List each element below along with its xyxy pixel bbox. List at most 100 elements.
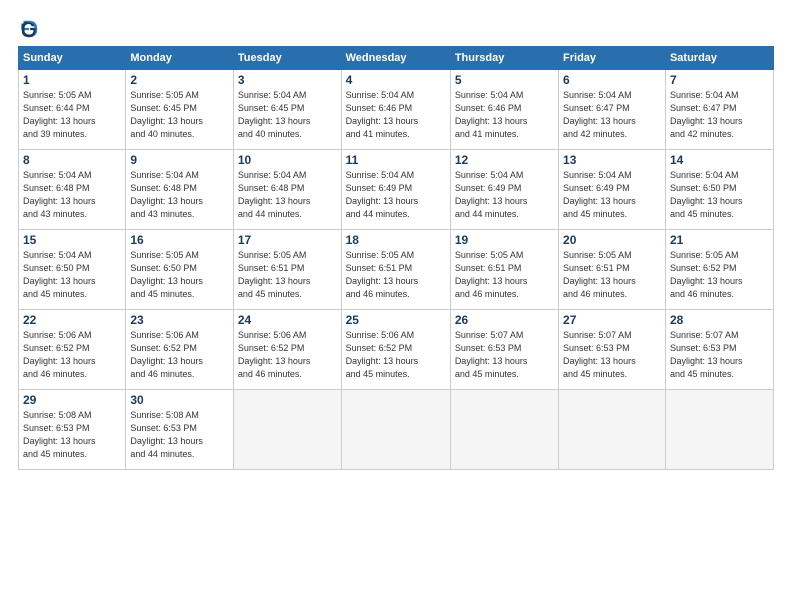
day-number: 9: [130, 153, 229, 167]
calendar-cell: 12 Sunrise: 5:04 AMSunset: 6:49 PMDayligh…: [450, 150, 558, 230]
week-row-4: 22Sunrise: 5:06 AMSunset: 6:52 PMDayligh…: [19, 310, 774, 390]
cell-info: Sunrise: 5:05 AMSunset: 6:52 PMDaylight:…: [670, 249, 769, 301]
cell-info: Sunrise: 5:07 AMSunset: 6:53 PMDaylight:…: [670, 329, 769, 381]
day-number: 13: [563, 153, 661, 167]
logo: [18, 18, 42, 40]
day-number: 15: [23, 233, 121, 247]
day-number: 10: [238, 153, 337, 167]
calendar-cell: [665, 390, 773, 470]
calendar-cell: 24 Sunrise: 5:06 AMSunset: 6:52 PMDayligh…: [233, 310, 341, 390]
cell-info: Sunrise: 5:07 AMSunset: 6:53 PMDaylight:…: [455, 329, 554, 381]
col-header-saturday: Saturday: [665, 47, 773, 70]
cell-info: Sunrise: 5:04 AMSunset: 6:50 PMDaylight:…: [670, 169, 769, 221]
calendar-cell: 26 Sunrise: 5:07 AMSunset: 6:53 PMDayligh…: [450, 310, 558, 390]
calendar-table: SundayMondayTuesdayWednesdayThursdayFrid…: [18, 46, 774, 470]
cell-info: Sunrise: 5:04 AMSunset: 6:49 PMDaylight:…: [563, 169, 661, 221]
day-number: 27: [563, 313, 661, 327]
cell-info: Sunrise: 5:06 AMSunset: 6:52 PMDaylight:…: [238, 329, 337, 381]
calendar-cell: 2Sunrise: 5:05 AMSunset: 6:45 PMDaylight…: [126, 70, 234, 150]
week-row-3: 15 Sunrise: 5:04 AMSunset: 6:50 PMDayligh…: [19, 230, 774, 310]
calendar-cell: 4 Sunrise: 5:04 AMSunset: 6:46 PMDaylight…: [341, 70, 450, 150]
day-number: 14: [670, 153, 769, 167]
calendar-cell: 18 Sunrise: 5:05 AMSunset: 6:51 PMDayligh…: [341, 230, 450, 310]
cell-info: Sunrise: 5:05 AMSunset: 6:51 PMDaylight:…: [346, 249, 446, 301]
day-number: 6: [563, 73, 661, 87]
cell-info: Sunrise: 5:05 AMSunset: 6:51 PMDaylight:…: [563, 249, 661, 301]
cell-info: Sunrise: 5:04 AMSunset: 6:49 PMDaylight:…: [455, 169, 554, 221]
calendar-cell: 25 Sunrise: 5:06 AMSunset: 6:52 PMDayligh…: [341, 310, 450, 390]
calendar-cell: 6 Sunrise: 5:04 AMSunset: 6:47 PMDaylight…: [559, 70, 666, 150]
calendar-cell: 28 Sunrise: 5:07 AMSunset: 6:53 PMDayligh…: [665, 310, 773, 390]
header: [18, 18, 774, 40]
day-number: 17: [238, 233, 337, 247]
calendar-cell: 16 Sunrise: 5:05 AMSunset: 6:50 PMDayligh…: [126, 230, 234, 310]
cell-info: Sunrise: 5:05 AMSunset: 6:50 PMDaylight:…: [130, 249, 229, 301]
week-row-2: 8 Sunrise: 5:04 AMSunset: 6:48 PMDaylight…: [19, 150, 774, 230]
week-row-1: 1 Sunrise: 5:05 AMSunset: 6:44 PMDaylight…: [19, 70, 774, 150]
calendar-cell: 22Sunrise: 5:06 AMSunset: 6:52 PMDayligh…: [19, 310, 126, 390]
cell-info: Sunrise: 5:06 AMSunset: 6:52 PMDaylight:…: [23, 329, 121, 381]
cell-info: Sunrise: 5:04 AMSunset: 6:49 PMDaylight:…: [346, 169, 446, 221]
calendar-cell: 10 Sunrise: 5:04 AMSunset: 6:48 PMDayligh…: [233, 150, 341, 230]
calendar-cell: 9 Sunrise: 5:04 AMSunset: 6:48 PMDaylight…: [126, 150, 234, 230]
cell-info: Sunrise: 5:04 AMSunset: 6:46 PMDaylight:…: [455, 89, 554, 141]
cell-info: Sunrise: 5:05 AMSunset: 6:44 PMDaylight:…: [23, 89, 121, 141]
day-number: 1: [23, 73, 121, 87]
calendar-cell: 27 Sunrise: 5:07 AMSunset: 6:53 PMDayligh…: [559, 310, 666, 390]
day-number: 16: [130, 233, 229, 247]
day-number: 18: [346, 233, 446, 247]
cell-info: Sunrise: 5:08 AMSunset: 6:53 PMDaylight:…: [130, 409, 229, 461]
page: SundayMondayTuesdayWednesdayThursdayFrid…: [0, 0, 792, 612]
calendar-cell: 21Sunrise: 5:05 AMSunset: 6:52 PMDayligh…: [665, 230, 773, 310]
calendar-cell: 8Sunrise: 5:04 AMSunset: 6:48 PMDaylight…: [19, 150, 126, 230]
day-number: 25: [346, 313, 446, 327]
cell-info: Sunrise: 5:07 AMSunset: 6:53 PMDaylight:…: [563, 329, 661, 381]
calendar-cell: 15 Sunrise: 5:04 AMSunset: 6:50 PMDayligh…: [19, 230, 126, 310]
calendar-cell: 19Sunrise: 5:05 AMSunset: 6:51 PMDayligh…: [450, 230, 558, 310]
day-number: 28: [670, 313, 769, 327]
cell-info: Sunrise: 5:04 AMSunset: 6:47 PMDaylight:…: [563, 89, 661, 141]
calendar-cell: 5 Sunrise: 5:04 AMSunset: 6:46 PMDaylight…: [450, 70, 558, 150]
col-header-friday: Friday: [559, 47, 666, 70]
calendar-cell: 29 Sunrise: 5:08 AMSunset: 6:53 PMDayligh…: [19, 390, 126, 470]
cell-info: Sunrise: 5:04 AMSunset: 6:50 PMDaylight:…: [23, 249, 121, 301]
cell-info: Sunrise: 5:08 AMSunset: 6:53 PMDaylight:…: [23, 409, 121, 461]
day-number: 7: [670, 73, 769, 87]
cell-info: Sunrise: 5:06 AMSunset: 6:52 PMDaylight:…: [130, 329, 229, 381]
week-row-5: 29 Sunrise: 5:08 AMSunset: 6:53 PMDayligh…: [19, 390, 774, 470]
col-header-tuesday: Tuesday: [233, 47, 341, 70]
calendar-cell: 17 Sunrise: 5:05 AMSunset: 6:51 PMDayligh…: [233, 230, 341, 310]
cell-info: Sunrise: 5:06 AMSunset: 6:52 PMDaylight:…: [346, 329, 446, 381]
day-number: 26: [455, 313, 554, 327]
calendar-cell: 11 Sunrise: 5:04 AMSunset: 6:49 PMDayligh…: [341, 150, 450, 230]
day-number: 12: [455, 153, 554, 167]
calendar-cell: [233, 390, 341, 470]
calendar-cell: 14 Sunrise: 5:04 AMSunset: 6:50 PMDayligh…: [665, 150, 773, 230]
day-number: 5: [455, 73, 554, 87]
cell-info: Sunrise: 5:04 AMSunset: 6:46 PMDaylight:…: [346, 89, 446, 141]
calendar-cell: 7Sunrise: 5:04 AMSunset: 6:47 PMDaylight…: [665, 70, 773, 150]
day-number: 8: [23, 153, 121, 167]
calendar-cell: 1 Sunrise: 5:05 AMSunset: 6:44 PMDaylight…: [19, 70, 126, 150]
cell-info: Sunrise: 5:04 AMSunset: 6:48 PMDaylight:…: [130, 169, 229, 221]
day-number: 4: [346, 73, 446, 87]
calendar-cell: [450, 390, 558, 470]
calendar-cell: [559, 390, 666, 470]
calendar-cell: 3Sunrise: 5:04 AMSunset: 6:45 PMDaylight…: [233, 70, 341, 150]
day-number: 11: [346, 153, 446, 167]
calendar-cell: [341, 390, 450, 470]
calendar-cell: 20 Sunrise: 5:05 AMSunset: 6:51 PMDayligh…: [559, 230, 666, 310]
col-header-wednesday: Wednesday: [341, 47, 450, 70]
day-number: 2: [130, 73, 229, 87]
calendar-cell: 13 Sunrise: 5:04 AMSunset: 6:49 PMDayligh…: [559, 150, 666, 230]
cell-info: Sunrise: 5:04 AMSunset: 6:48 PMDaylight:…: [238, 169, 337, 221]
day-number: 19: [455, 233, 554, 247]
calendar-cell: 23Sunrise: 5:06 AMSunset: 6:52 PMDayligh…: [126, 310, 234, 390]
day-number: 20: [563, 233, 661, 247]
cell-info: Sunrise: 5:05 AMSunset: 6:51 PMDaylight:…: [238, 249, 337, 301]
day-number: 29: [23, 393, 121, 407]
day-number: 24: [238, 313, 337, 327]
logo-icon: [18, 18, 40, 40]
calendar-cell: 30Sunrise: 5:08 AMSunset: 6:53 PMDayligh…: [126, 390, 234, 470]
day-number: 3: [238, 73, 337, 87]
